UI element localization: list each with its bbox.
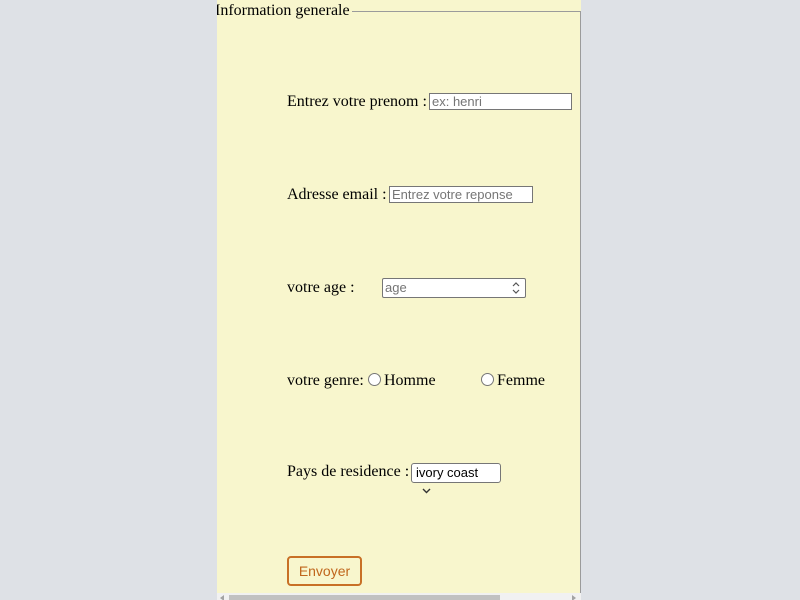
form-page: Information generale Entrez votre prenom… bbox=[217, 0, 581, 600]
scroll-left-icon[interactable] bbox=[220, 595, 224, 600]
radio-homme-label: Homme bbox=[384, 372, 436, 389]
genre-row: votre genre: bbox=[287, 371, 364, 391]
pays-select[interactable]: ivory coast bbox=[411, 463, 501, 494]
prenom-input[interactable]: ex: henri bbox=[429, 93, 572, 110]
horizontal-scrollbar[interactable] bbox=[217, 593, 581, 600]
age-input[interactable]: age bbox=[382, 278, 526, 298]
fieldset-legend: Information generale bbox=[217, 1, 352, 21]
radio-homme-circle[interactable] bbox=[368, 373, 381, 386]
age-row: votre age : bbox=[287, 278, 355, 298]
pays-label: Pays de residence : bbox=[287, 463, 410, 480]
radio-homme[interactable]: Homme bbox=[363, 371, 436, 391]
age-label: votre age : bbox=[287, 279, 355, 296]
genre-label: votre genre: bbox=[287, 372, 364, 389]
radio-femme[interactable]: Femme bbox=[476, 371, 545, 391]
age-placeholder: age bbox=[385, 280, 407, 295]
email-label: Adresse email : bbox=[287, 186, 387, 203]
pays-select-value: ivory coast bbox=[416, 465, 479, 480]
scrollbar-thumb[interactable] bbox=[229, 595, 500, 600]
prenom-label: Entrez votre prenom : bbox=[287, 93, 427, 110]
radio-femme-label: Femme bbox=[497, 372, 545, 389]
spinner-icon[interactable] bbox=[510, 280, 522, 296]
envoyer-button[interactable]: Envoyer bbox=[287, 556, 362, 586]
scroll-right-icon[interactable] bbox=[572, 595, 576, 600]
email-row: Adresse email : bbox=[287, 185, 387, 205]
prenom-row: Entrez votre prenom : bbox=[287, 92, 427, 112]
email-input[interactable]: Entrez votre reponse bbox=[389, 186, 533, 203]
pays-row: Pays de residence : bbox=[287, 462, 409, 482]
chevron-down-icon bbox=[422, 488, 431, 494]
radio-femme-circle[interactable] bbox=[481, 373, 494, 386]
